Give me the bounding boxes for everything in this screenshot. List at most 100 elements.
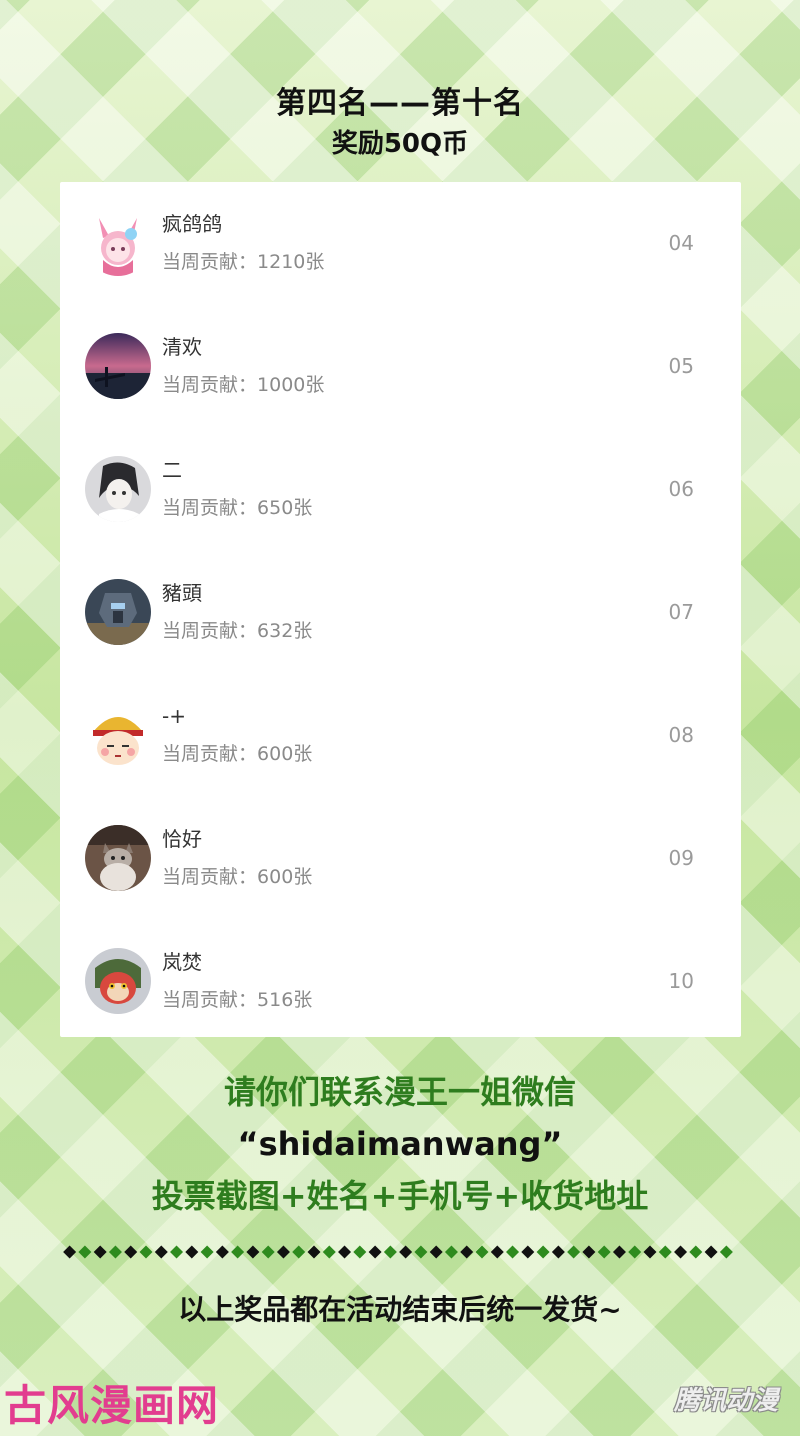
weekly-contribution: 当周贡献：1210张 [162, 249, 324, 275]
leaderboard-row[interactable]: 岚焚 当周贡献：516张 10 [60, 920, 741, 1043]
divider-diamond [322, 1245, 336, 1259]
contribution-count: 632张 [257, 620, 313, 642]
divider-diamond [383, 1245, 397, 1259]
divider-diamond [475, 1245, 489, 1259]
username: 恰好 [162, 827, 202, 851]
divider-diamond [399, 1245, 413, 1259]
wechat-id: “shidaimanwang” [237, 1125, 563, 1163]
leaderboard-row[interactable]: -+ 当周贡献：600张 08 [60, 674, 741, 797]
contribution-count: 650张 [257, 497, 313, 519]
divider-diamond [215, 1245, 229, 1259]
weekly-contribution: 当周贡献：650张 [162, 495, 312, 521]
divider-diamond [551, 1245, 565, 1259]
site-watermark-right: 腾讯动漫 [673, 1386, 778, 1416]
required-info: 投票截图+姓名+手机号+收货地址 [151, 1177, 649, 1215]
contribution-label: 当周贡献： [162, 743, 258, 765]
username: 二 [162, 458, 182, 482]
divider-diamond [292, 1245, 306, 1259]
leaderboard-row[interactable]: 清欢 当周贡献：1000张 05 [60, 305, 741, 428]
divider-diamond [704, 1245, 718, 1259]
mecha-robot-avatar-icon[interactable] [85, 579, 151, 645]
divider-diamond [185, 1245, 199, 1259]
monkey-king-avatar-icon[interactable] [85, 948, 151, 1014]
diamond-divider-graphic [63, 1245, 733, 1259]
divider-diamond [719, 1245, 733, 1259]
divider-diamond [170, 1245, 184, 1259]
divider-diamond [414, 1245, 428, 1259]
page-title: 第四名——第十名 [276, 86, 524, 121]
contribution-count: 1210张 [257, 251, 325, 273]
divider-diamond [63, 1245, 77, 1259]
username: 清欢 [162, 335, 202, 359]
weekly-contribution: 当周贡献：1000张 [162, 372, 324, 398]
username: -+ [162, 704, 186, 728]
divider-diamond [108, 1245, 122, 1259]
divider-diamond [429, 1245, 443, 1259]
contribution-label: 当周贡献： [162, 866, 258, 888]
divider-diamond [567, 1245, 581, 1259]
divider-diamond [597, 1245, 611, 1259]
divider-diamond [246, 1245, 260, 1259]
leaderboard-row[interactable]: 恰好 当周贡献：600张 09 [60, 797, 741, 920]
rank-number: 08 [668, 723, 694, 747]
contribution-label: 当周贡献： [162, 989, 258, 1011]
divider-diamond [689, 1245, 703, 1259]
divider-diamond [93, 1245, 107, 1259]
divider-diamond [521, 1245, 535, 1259]
site-watermark-left: 古风漫画网 [4, 1381, 220, 1430]
divider-diamond [506, 1245, 520, 1259]
cat-photo-avatar-icon[interactable] [85, 825, 151, 891]
sketch-girl-avatar-icon[interactable] [85, 456, 151, 522]
divider-diamond [643, 1245, 657, 1259]
divider-diamond [139, 1245, 153, 1259]
divider-diamond [154, 1245, 168, 1259]
divider-diamond [231, 1245, 245, 1259]
reward-subtitle: 奖励50Q币 [331, 129, 469, 159]
weekly-contribution: 当周贡献：516张 [162, 987, 312, 1013]
shipping-notice: 以上奖品都在活动结束后统一发货~ [178, 1293, 622, 1326]
divider-diamond [338, 1245, 352, 1259]
rank-number: 10 [668, 969, 694, 993]
contact-instruction: 请你们联系漫王一姐微信 [223, 1073, 576, 1111]
username: 豬頭 [162, 581, 202, 605]
username: 岚焚 [162, 950, 202, 974]
divider-diamond [78, 1245, 92, 1259]
contribution-label: 当周贡献： [162, 620, 258, 642]
contribution-label: 当周贡献： [162, 497, 258, 519]
contribution-count: 516张 [257, 989, 313, 1011]
divider-diamond [200, 1245, 214, 1259]
weekly-contribution: 当周贡献：632张 [162, 618, 312, 644]
divider-diamond [353, 1245, 367, 1259]
divider-diamond [307, 1245, 321, 1259]
rank-number: 07 [668, 600, 694, 624]
divider-diamond [124, 1245, 138, 1259]
divider-diamond [460, 1245, 474, 1259]
weekly-contribution: 当周贡献：600张 [162, 741, 312, 767]
username: 疯鸽鸽 [162, 212, 222, 236]
pink-bunny-girl-avatar-icon[interactable] [85, 210, 151, 276]
contribution-count: 600张 [257, 866, 313, 888]
monk-cartoon-avatar-icon[interactable] [85, 702, 151, 768]
divider-diamond [444, 1245, 458, 1259]
divider-diamond [368, 1245, 382, 1259]
divider-diamond [658, 1245, 672, 1259]
leaderboard-row[interactable]: 二 当周贡献：650张 06 [60, 428, 741, 551]
leaderboard-card: 疯鸽鸽 当周贡献：1210张 04 清欢 当周贡献：1000张 05 二 当周贡… [60, 182, 741, 1037]
contribution-count: 1000张 [257, 374, 325, 396]
contribution-count: 600张 [257, 743, 313, 765]
leaderboard-row[interactable]: 疯鸽鸽 当周贡献：1210张 04 [60, 182, 741, 305]
divider-diamond [276, 1245, 290, 1259]
contribution-label: 当周贡献： [162, 251, 258, 273]
diamond-divider [62, 1244, 734, 1260]
divider-diamond [612, 1245, 626, 1259]
leaderboard-row[interactable]: 豬頭 当周贡献：632张 07 [60, 551, 741, 674]
rank-number: 09 [668, 846, 694, 870]
divider-diamond [582, 1245, 596, 1259]
weekly-contribution: 当周贡献：600张 [162, 864, 312, 890]
rank-number: 04 [668, 231, 694, 255]
rank-number: 06 [668, 477, 694, 501]
page-header: 第四名——第十名 奖励50Q币 [0, 84, 800, 164]
rank-number: 05 [668, 354, 694, 378]
divider-diamond [674, 1245, 688, 1259]
sunset-scene-avatar-icon[interactable] [85, 333, 151, 399]
